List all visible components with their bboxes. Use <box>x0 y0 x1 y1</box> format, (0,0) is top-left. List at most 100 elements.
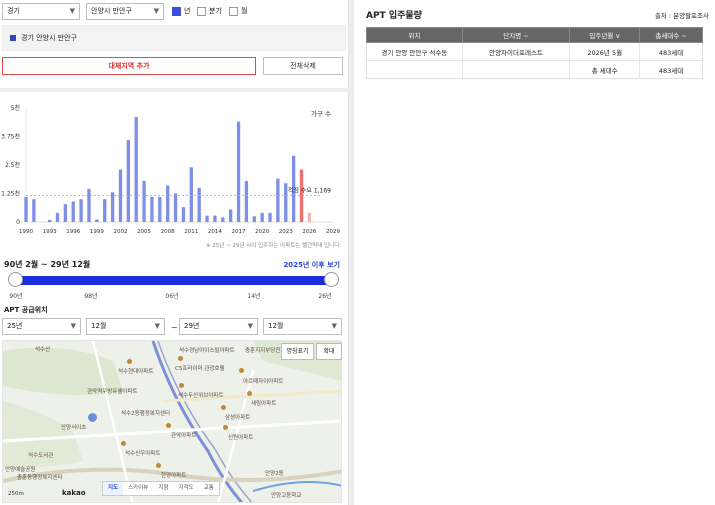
apartment-pin-icon[interactable] <box>178 356 183 361</box>
x-tick-label: 1996 <box>66 229 80 235</box>
from-month-select[interactable]: 12월 ▼ <box>86 318 165 335</box>
y-tick-label: 5천 <box>11 104 20 112</box>
chart-bar <box>260 212 264 222</box>
apartment-pin-icon[interactable] <box>121 441 126 446</box>
chart-bar <box>189 167 193 222</box>
zoom-button[interactable]: 확대 <box>316 343 342 360</box>
chart-bar <box>71 201 75 222</box>
checkbox-unchecked[interactable] <box>229 6 238 16</box>
chart-bar <box>87 188 91 222</box>
to-month-select[interactable]: 12월 ▼ <box>263 318 342 335</box>
table-row[interactable]: 경기 안양 만안구 석수동 안양자이더포레스트 2026년 5월 483세대 <box>366 42 703 61</box>
chart-bar <box>268 212 272 222</box>
tab-cadastral[interactable]: 지적도 <box>174 482 199 495</box>
map-scale: 250m <box>8 491 24 497</box>
slider-tick: 90년 <box>9 293 23 300</box>
table-header-row: 위치 단지명 ~ 입주년월 ∨ 총세대수 ~ <box>366 27 703 43</box>
chart-bar <box>166 185 170 222</box>
province-select[interactable]: 경기 ▼ <box>2 3 80 20</box>
y-tick-label: 1.25천 <box>1 190 20 198</box>
chevron-down-icon: ▼ <box>247 322 253 330</box>
chart-bar <box>79 199 83 222</box>
apartment-pin-icon[interactable] <box>127 359 132 364</box>
range-title: 90년 2월 ~ 29년 12월 <box>4 260 91 269</box>
map-label: C5프라이머 관광호텔 <box>175 366 225 372</box>
chevron-down-icon: ▼ <box>153 7 159 15</box>
x-tick-label: 2023 <box>279 229 293 235</box>
chevron-down-icon: ▼ <box>331 322 337 330</box>
checkbox-unchecked[interactable] <box>197 6 206 16</box>
map-label: 관악역우방유쉘아파트 <box>87 389 138 395</box>
apartment-pin-icon[interactable] <box>179 383 184 388</box>
map-label: 석수2동행정복지센터 <box>121 411 171 417</box>
chart-bar <box>197 187 201 222</box>
chart-bar <box>103 199 107 222</box>
x-tick-label: 2008 <box>161 229 175 235</box>
slider-tick: 98년 <box>84 293 98 300</box>
col-location[interactable]: 위치 <box>366 27 463 43</box>
chart-bar <box>276 178 280 222</box>
chart-bar <box>134 117 138 222</box>
range-tilde: ~ <box>171 323 178 332</box>
tab-map[interactable]: 지도 <box>103 482 124 495</box>
period-quarter-checkbox[interactable]: 분기 <box>197 5 222 17</box>
x-tick-label: 2029 <box>326 229 340 235</box>
legend-label: 가구 수 <box>311 109 331 118</box>
delete-all-button[interactable]: 전체삭제 <box>263 57 343 75</box>
chart-bar <box>181 207 186 222</box>
chart-bar <box>252 216 256 222</box>
add-region-button[interactable]: 대체지역 추가 <box>2 57 256 75</box>
x-tick-label: 2011 <box>184 229 198 235</box>
x-tick-label: 1993 <box>43 229 57 235</box>
total-row: 총 세대수 483세대 <box>366 60 703 79</box>
map-label: 석수신우아파트 <box>125 451 161 457</box>
location-map[interactable]: 석수산 석수경남아이스빌아파트 충훈지지부당진지구 석수현대아파트 C5프라이머… <box>2 340 342 503</box>
chart-footnote: ※ 25년 ~ 29년 사이 입주하는 아파트는 빨간막대 입니다. <box>206 241 341 249</box>
location-pin-icon[interactable] <box>88 413 97 422</box>
map-label: 안양2동 <box>265 471 284 477</box>
period-month-checkbox[interactable]: 월 <box>229 5 247 17</box>
slider-end-handle[interactable] <box>324 272 339 287</box>
checkbox-checked[interactable] <box>172 6 181 16</box>
divider <box>0 88 349 92</box>
apartment-pin-icon[interactable] <box>247 391 252 396</box>
col-households[interactable]: 총세대수 ~ <box>639 27 703 43</box>
period-year-checkbox[interactable]: 년 <box>172 5 190 17</box>
slider-start-handle[interactable] <box>8 272 23 287</box>
chevron-down-icon: ▼ <box>154 322 160 330</box>
total-label: 총 세대수 <box>569 60 640 79</box>
show-names-button[interactable]: 명칭표기 <box>281 343 314 360</box>
chart-bar <box>244 180 249 222</box>
tab-traffic[interactable]: 교통 <box>199 482 219 495</box>
from-year-select[interactable]: 25년 ▼ <box>2 318 81 335</box>
chart-bar <box>213 215 217 222</box>
after-2025-link[interactable]: 2025년 이후 보기 <box>283 260 340 270</box>
to-year-select[interactable]: 29년 ▼ <box>179 318 258 335</box>
tab-terrain[interactable]: 지형 <box>153 482 173 495</box>
apartment-pin-icon[interactable] <box>221 405 226 410</box>
col-complex[interactable]: 단지명 ~ <box>461 27 571 43</box>
y-tick-label: 0 <box>16 219 20 226</box>
city-select[interactable]: 안양시 만안구 ▼ <box>86 3 164 20</box>
chart-bar <box>110 192 115 222</box>
period-slider-track[interactable] <box>14 276 332 285</box>
chart-bar <box>95 219 99 222</box>
y-tick-label: 3.75천 <box>1 133 20 141</box>
supply-location-title: APT 공급위치 <box>4 306 48 314</box>
map-label: 세림아파트 <box>251 401 277 407</box>
slider-tick: 06년 <box>165 293 179 300</box>
apartment-pin-icon[interactable] <box>166 423 171 428</box>
tab-skyview[interactable]: 스카이뷰 <box>123 482 153 495</box>
apartment-pin-icon[interactable] <box>239 368 244 373</box>
x-tick-label: 2020 <box>255 229 269 235</box>
cell-empty <box>366 60 463 79</box>
chevron-down-icon: ▼ <box>69 7 75 15</box>
total-value: 483세대 <box>639 60 703 79</box>
apartment-pin-icon[interactable] <box>156 463 161 468</box>
chart-bar <box>158 196 162 222</box>
col-move-in[interactable]: 입주년월 ∨ <box>569 27 641 43</box>
chart-bar <box>126 139 130 222</box>
map-label: 안양예술공원 <box>5 467 36 473</box>
apartment-pin-icon[interactable] <box>223 425 228 430</box>
map-label: 안양고등학교 <box>271 493 302 499</box>
